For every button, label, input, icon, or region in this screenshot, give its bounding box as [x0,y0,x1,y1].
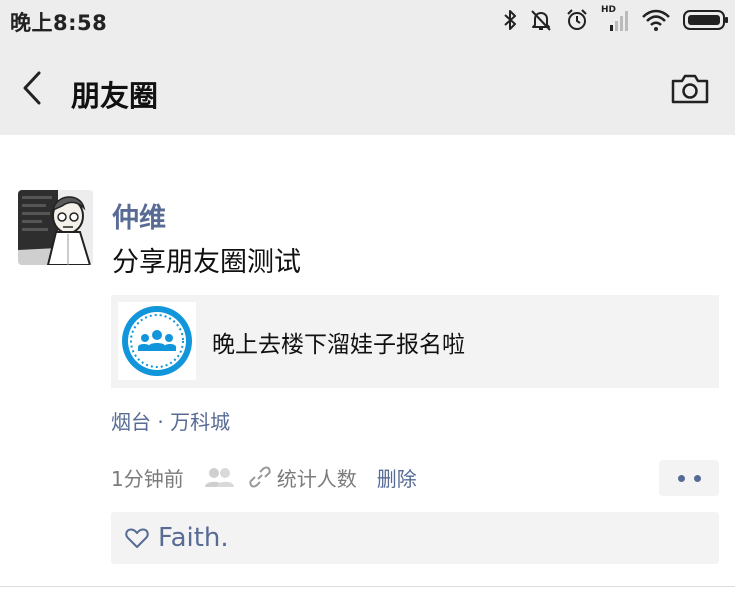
post-meta-row: 1分钟前 统计人数 删除 [111,462,417,492]
link-card-title: 晚上去楼下溜娃子报名啦 [212,332,465,358]
status-time: 晚上8:58 [10,11,108,35]
divider [0,586,735,587]
page-title: 朋友圈 [71,79,159,113]
heart-icon [125,527,149,553]
post-time: 1分钟前 [111,466,184,491]
signal-icon: HD [601,5,629,33]
likes-box: Faith. [111,512,719,564]
post-text: 分享朋友圈测试 [112,247,301,278]
link-icon [249,466,271,488]
like-user-name[interactable]: Faith. [158,523,229,553]
status-bar: 晚上8:58 HD [0,0,735,40]
chevron-left-icon [23,71,41,105]
camera-icon [671,74,709,104]
alarm-icon [565,8,589,32]
bluetooth-icon [503,9,517,31]
wifi-icon [641,9,671,31]
camera-button[interactable] [669,72,711,106]
nav-bar: 朋友圈 [0,40,735,135]
dot-icon [693,474,701,482]
post-author-name[interactable]: 仲维 [112,196,166,235]
dot-icon [677,474,685,482]
mute-icon [529,8,553,32]
post-location[interactable]: 烟台 · 万科城 [111,406,230,435]
more-actions-button[interactable] [659,460,719,496]
avatar-illustration [18,190,93,265]
shared-link-card[interactable]: 晚上去楼下溜娃子报名啦 [111,295,719,388]
stat-count-link[interactable]: 统计人数 [277,463,357,492]
battery-icon [683,9,729,31]
visibility-people-icon[interactable] [203,466,235,488]
status-icons: HD [503,5,729,34]
group-people-icon [122,306,192,376]
back-button[interactable] [14,70,50,106]
delete-button[interactable]: 删除 [377,463,417,492]
link-thumbnail [118,302,196,380]
avatar[interactable] [18,190,93,265]
